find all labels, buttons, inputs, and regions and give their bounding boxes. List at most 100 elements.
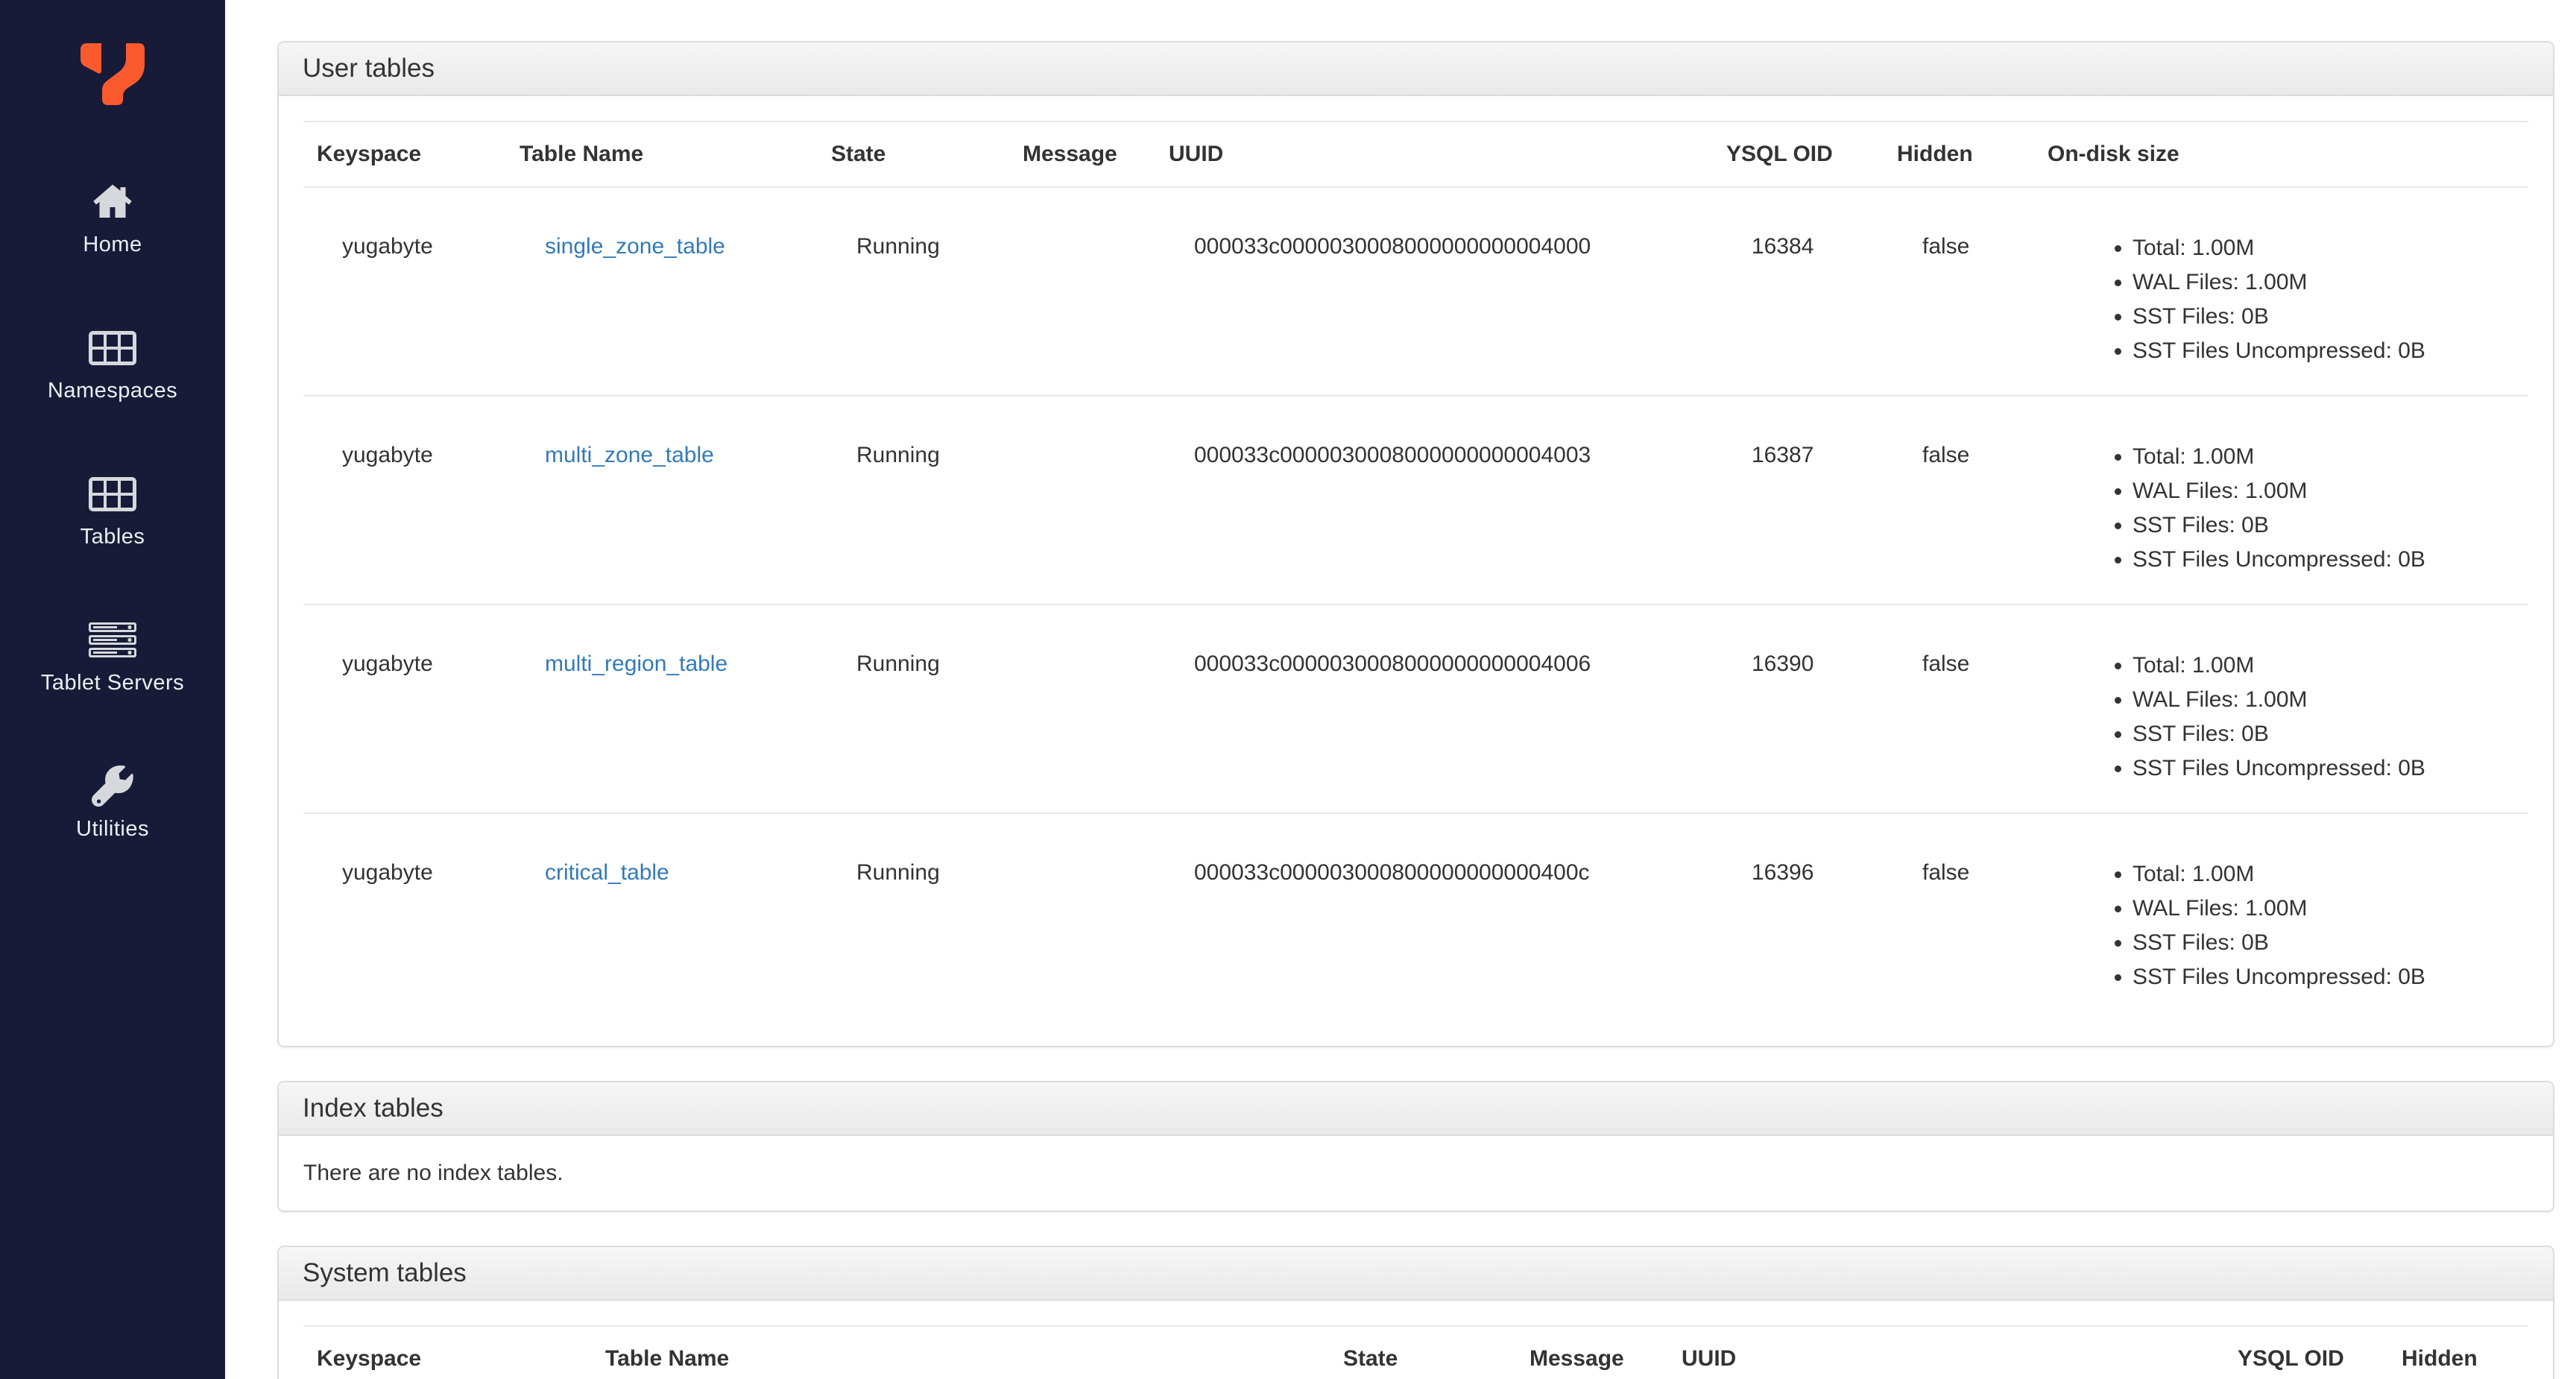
disk-size-item: Total: 1.00M [2133, 440, 2521, 474]
col-ysql-oid: YSQL OID [2224, 1325, 2388, 1379]
cell-message [1009, 812, 1155, 1021]
user-tables-body: Keyspace Table Name State Message UUID Y… [279, 96, 2553, 1046]
col-message: Message [1516, 1325, 1668, 1379]
system-tables-heading: System tables [279, 1247, 2553, 1301]
cell-message [1009, 395, 1155, 605]
cell-message [1009, 604, 1155, 813]
disk-size-item: SST Files: 0B [2133, 300, 2521, 334]
col-on-disk-size: On-disk size [2034, 121, 2528, 188]
disk-size-item: SST Files: 0B [2133, 926, 2521, 960]
cell-keyspace: yugabyte [303, 395, 506, 605]
cell-ysql-oid: 16396 [1713, 812, 1884, 1021]
table-row: yugabyte single_zone_table Running 00003… [303, 187, 2528, 396]
system-tables-body: Keyspace Table Name State Message UUID Y… [279, 1301, 2553, 1379]
disk-size-item: WAL Files: 1.00M [2133, 265, 2521, 300]
empty-message: There are no index tables. [303, 1161, 564, 1185]
disk-size-item: SST Files Uncompressed: 0B [2133, 543, 2521, 577]
sidebar-item-tablet-servers[interactable]: Tablet Servers [0, 596, 225, 742]
cell-ysql-oid: 16387 [1713, 395, 1884, 605]
col-hidden: Hidden [1884, 121, 2034, 188]
cell-ysql-oid: 16390 [1713, 604, 1884, 813]
cell-state: Running [856, 234, 940, 259]
table-row: yugabyte critical_table Running 000033c0… [303, 812, 2528, 1021]
table-link[interactable]: multi_region_table [545, 651, 727, 676]
disk-size-item: Total: 1.00M [2133, 857, 2521, 892]
cell-ysql-oid: 16384 [1752, 234, 1814, 259]
sidebar-item-namespaces[interactable]: Namespaces [0, 304, 225, 450]
cell-message [1009, 187, 1155, 396]
table-link[interactable]: single_zone_table [545, 234, 725, 259]
home-icon [89, 179, 136, 225]
main-content: User tables Keyspace Table Name State Me… [225, 0, 2576, 1379]
cell-uuid: 000033c0000030008000000000004003 [1155, 395, 1713, 605]
cell-hidden: false [1884, 812, 2034, 1021]
disk-size-item: SST Files Uncompressed: 0B [2133, 751, 2521, 786]
sidebar-nav: Home Namespaces Tables Tablet Servers Ut… [0, 158, 225, 889]
user-tables-panel: User tables Keyspace Table Name State Me… [277, 41, 2554, 1047]
disk-size-list: Total: 1.00M WAL Files: 1.00M SST Files:… [2073, 649, 2521, 786]
cell-keyspace: yugabyte [303, 812, 506, 1021]
disk-size-item: WAL Files: 1.00M [2133, 683, 2521, 717]
disk-size-item: Total: 1.00M [2133, 231, 2521, 265]
cell-on-disk-size: Total: 1.00M WAL Files: 1.00M SST Files:… [2034, 604, 2528, 813]
table-grid-icon [89, 325, 136, 371]
sidebar-item-label: Namespaces [47, 379, 178, 403]
sidebar: Home Namespaces Tables Tablet Servers Ut… [0, 0, 225, 1379]
col-table-name: Table Name [592, 1325, 1330, 1379]
cell-uuid: 000033c000003000800000000000400c [1155, 812, 1713, 1021]
system-tables-panel: System tables Keyspace Table Name State … [277, 1246, 2554, 1379]
cell-on-disk-size: Total: 1.00M WAL Files: 1.00M SST Files:… [2034, 187, 2528, 396]
col-keyspace: Keyspace [303, 1325, 592, 1379]
table-grid-icon [89, 471, 136, 517]
disk-size-item: WAL Files: 1.00M [2133, 474, 2521, 508]
panel-title: System tables [303, 1258, 467, 1287]
col-message: Message [1009, 121, 1155, 188]
col-state: State [1330, 1325, 1516, 1379]
disk-size-list: Total: 1.00M WAL Files: 1.00M SST Files:… [2073, 231, 2521, 368]
table-link[interactable]: critical_table [545, 860, 669, 885]
col-keyspace: Keyspace [303, 121, 506, 188]
index-tables-body: There are no index tables. [279, 1136, 2553, 1211]
disk-size-item: SST Files Uncompressed: 0B [2133, 334, 2521, 368]
col-table-name: Table Name [506, 121, 818, 188]
table-header-row: Keyspace Table Name State Message UUID Y… [303, 1325, 2528, 1379]
sidebar-item-label: Utilities [76, 817, 149, 841]
cell-table-name: multi_region_table [506, 604, 818, 813]
sidebar-item-home[interactable]: Home [0, 158, 225, 304]
cell-on-disk-size: Total: 1.00M WAL Files: 1.00M SST Files:… [2034, 395, 2528, 605]
wrench-icon [89, 763, 136, 810]
cell-hidden: false [1884, 604, 2034, 813]
disk-size-list: Total: 1.00M WAL Files: 1.00M SST Files:… [2073, 440, 2521, 577]
cell-state: Running [818, 812, 1009, 1021]
cell-on-disk-size: Total: 1.00M WAL Files: 1.00M SST Files:… [2034, 812, 2528, 1021]
sidebar-item-utilities[interactable]: Utilities [0, 742, 225, 889]
cell-state: Running [818, 395, 1009, 605]
col-state: State [818, 121, 1009, 188]
disk-size-list: Total: 1.00M WAL Files: 1.00M SST Files:… [2073, 857, 2521, 994]
panel-title: User tables [303, 54, 435, 83]
yugabyte-logo[interactable] [80, 43, 145, 106]
disk-size-item: Total: 1.00M [2133, 649, 2521, 683]
index-tables-panel: Index tables There are no index tables. [277, 1081, 2554, 1212]
sidebar-item-label: Tablet Servers [40, 671, 185, 695]
disk-size-item: SST Files Uncompressed: 0B [2133, 960, 2521, 994]
col-uuid: UUID [1155, 121, 1713, 188]
table-row: yugabyte multi_region_table Running 0000… [303, 604, 2528, 813]
sidebar-item-label: Tables [80, 525, 145, 549]
table-link[interactable]: multi_zone_table [545, 443, 714, 467]
disk-size-item: WAL Files: 1.00M [2133, 892, 2521, 926]
cell-keyspace: yugabyte [342, 234, 433, 259]
cell-table-name: multi_zone_table [506, 395, 818, 605]
user-tables-table: Keyspace Table Name State Message UUID Y… [303, 121, 2528, 1021]
disk-size-item: SST Files: 0B [2133, 508, 2521, 543]
user-tables-heading: User tables [279, 42, 2553, 96]
cell-hidden: false [1884, 395, 2034, 605]
sidebar-item-tables[interactable]: Tables [0, 450, 225, 596]
disk-size-item: SST Files: 0B [2133, 717, 2521, 751]
sidebar-item-label: Home [83, 233, 142, 256]
servers-icon [89, 617, 136, 663]
cell-uuid: 000033c0000030008000000000004006 [1155, 604, 1713, 813]
table-header-row: Keyspace Table Name State Message UUID Y… [303, 121, 2528, 188]
cell-hidden: false [1922, 234, 1970, 259]
table-row: yugabyte multi_zone_table Running 000033… [303, 395, 2528, 605]
